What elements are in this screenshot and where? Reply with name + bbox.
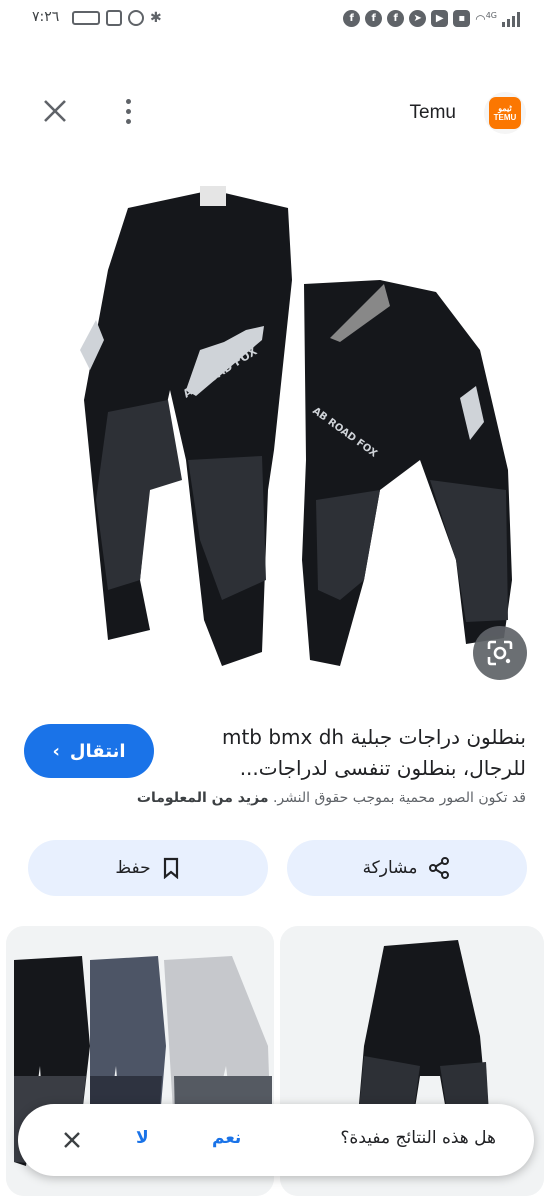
wifi-icon: ◠4G xyxy=(475,11,497,26)
viewer-header: Temu ٹیمو TEMU xyxy=(0,80,552,146)
feedback-close-button[interactable] xyxy=(60,1128,84,1152)
share-label: مشاركة xyxy=(362,858,418,878)
main-product-image[interactable]: AB ROAD FOX AB ROAD FOX xyxy=(0,160,552,700)
status-bar: ٧:٢٦ ✱ f f f ➤ ▶ ▪ ◠4G xyxy=(0,0,552,38)
result-title-line2: للرجال، بنطلون تنفسى لدراجات... xyxy=(239,756,526,780)
feedback-no-button[interactable]: لا xyxy=(136,1128,149,1148)
status-time: ٧:٢٦ xyxy=(32,9,60,25)
facebook-icon: f xyxy=(343,10,361,27)
save-label: حفظ xyxy=(115,858,151,878)
signal-icon xyxy=(502,11,520,27)
feedback-question: هل هذه النتائج مفيدة؟ xyxy=(340,1128,496,1148)
result-title[interactable]: بنطلون دراجات جبلية mtb bmx dh للرجال، ب… xyxy=(186,722,526,784)
status-left-icons: ✱ xyxy=(72,10,162,26)
copyright-text: قد تكون الصور محمية بموجب حقوق النشر. xyxy=(272,790,526,806)
lens-search-button[interactable] xyxy=(473,626,527,680)
status-right-icons: f f f ➤ ▶ ▪ ◠4G xyxy=(343,10,520,27)
chevron-right-icon: › xyxy=(52,740,60,762)
pants-front-graphic: AB ROAD FOX xyxy=(80,186,292,666)
temu-logo-icon: ٹیمو TEMU xyxy=(489,97,521,129)
more-vert-icon xyxy=(125,98,131,104)
result-title-line1: بنطلون دراجات جبلية mtb bmx dh xyxy=(221,725,526,749)
copyright-notice: قد تكون الصور محمية بموجب حقوق النشر. مز… xyxy=(16,790,526,806)
battery-icon xyxy=(72,11,100,25)
visit-button[interactable]: انتقال › xyxy=(24,724,154,778)
save-button[interactable]: حفظ xyxy=(28,840,268,896)
site-name[interactable]: Temu xyxy=(410,102,456,124)
close-icon xyxy=(64,1132,80,1148)
learn-more-link[interactable]: مزيد من المعلومات xyxy=(137,790,269,806)
gallery-icon: ▪ xyxy=(453,10,471,27)
share-icon xyxy=(429,857,450,879)
site-logo[interactable]: ٹیمو TEMU xyxy=(484,92,526,134)
more-options-button[interactable] xyxy=(118,94,138,128)
cast-icon xyxy=(106,10,122,26)
pants-back-graphic: AB ROAD FOX xyxy=(302,280,512,666)
bluetooth-icon: ✱ xyxy=(150,10,162,26)
sync-icon xyxy=(128,10,144,26)
facebook-icon: f xyxy=(387,10,405,27)
close-icon xyxy=(44,100,66,122)
bookmark-icon xyxy=(163,857,178,879)
share-button[interactable]: مشاركة xyxy=(287,840,527,896)
close-button[interactable] xyxy=(38,94,72,128)
feedback-yes-button[interactable]: نعم xyxy=(212,1128,241,1148)
feedback-bar: هل هذه النتائج مفيدة؟ نعم لا xyxy=(18,1104,534,1176)
pants-illustration: AB ROAD FOX AB ROAD FOX xyxy=(80,186,512,666)
facebook-icon: f xyxy=(365,10,383,27)
telegram-icon: ➤ xyxy=(409,10,427,27)
lens-icon xyxy=(487,640,513,666)
visit-label: انتقال xyxy=(69,740,126,762)
youtube-icon: ▶ xyxy=(431,10,449,27)
